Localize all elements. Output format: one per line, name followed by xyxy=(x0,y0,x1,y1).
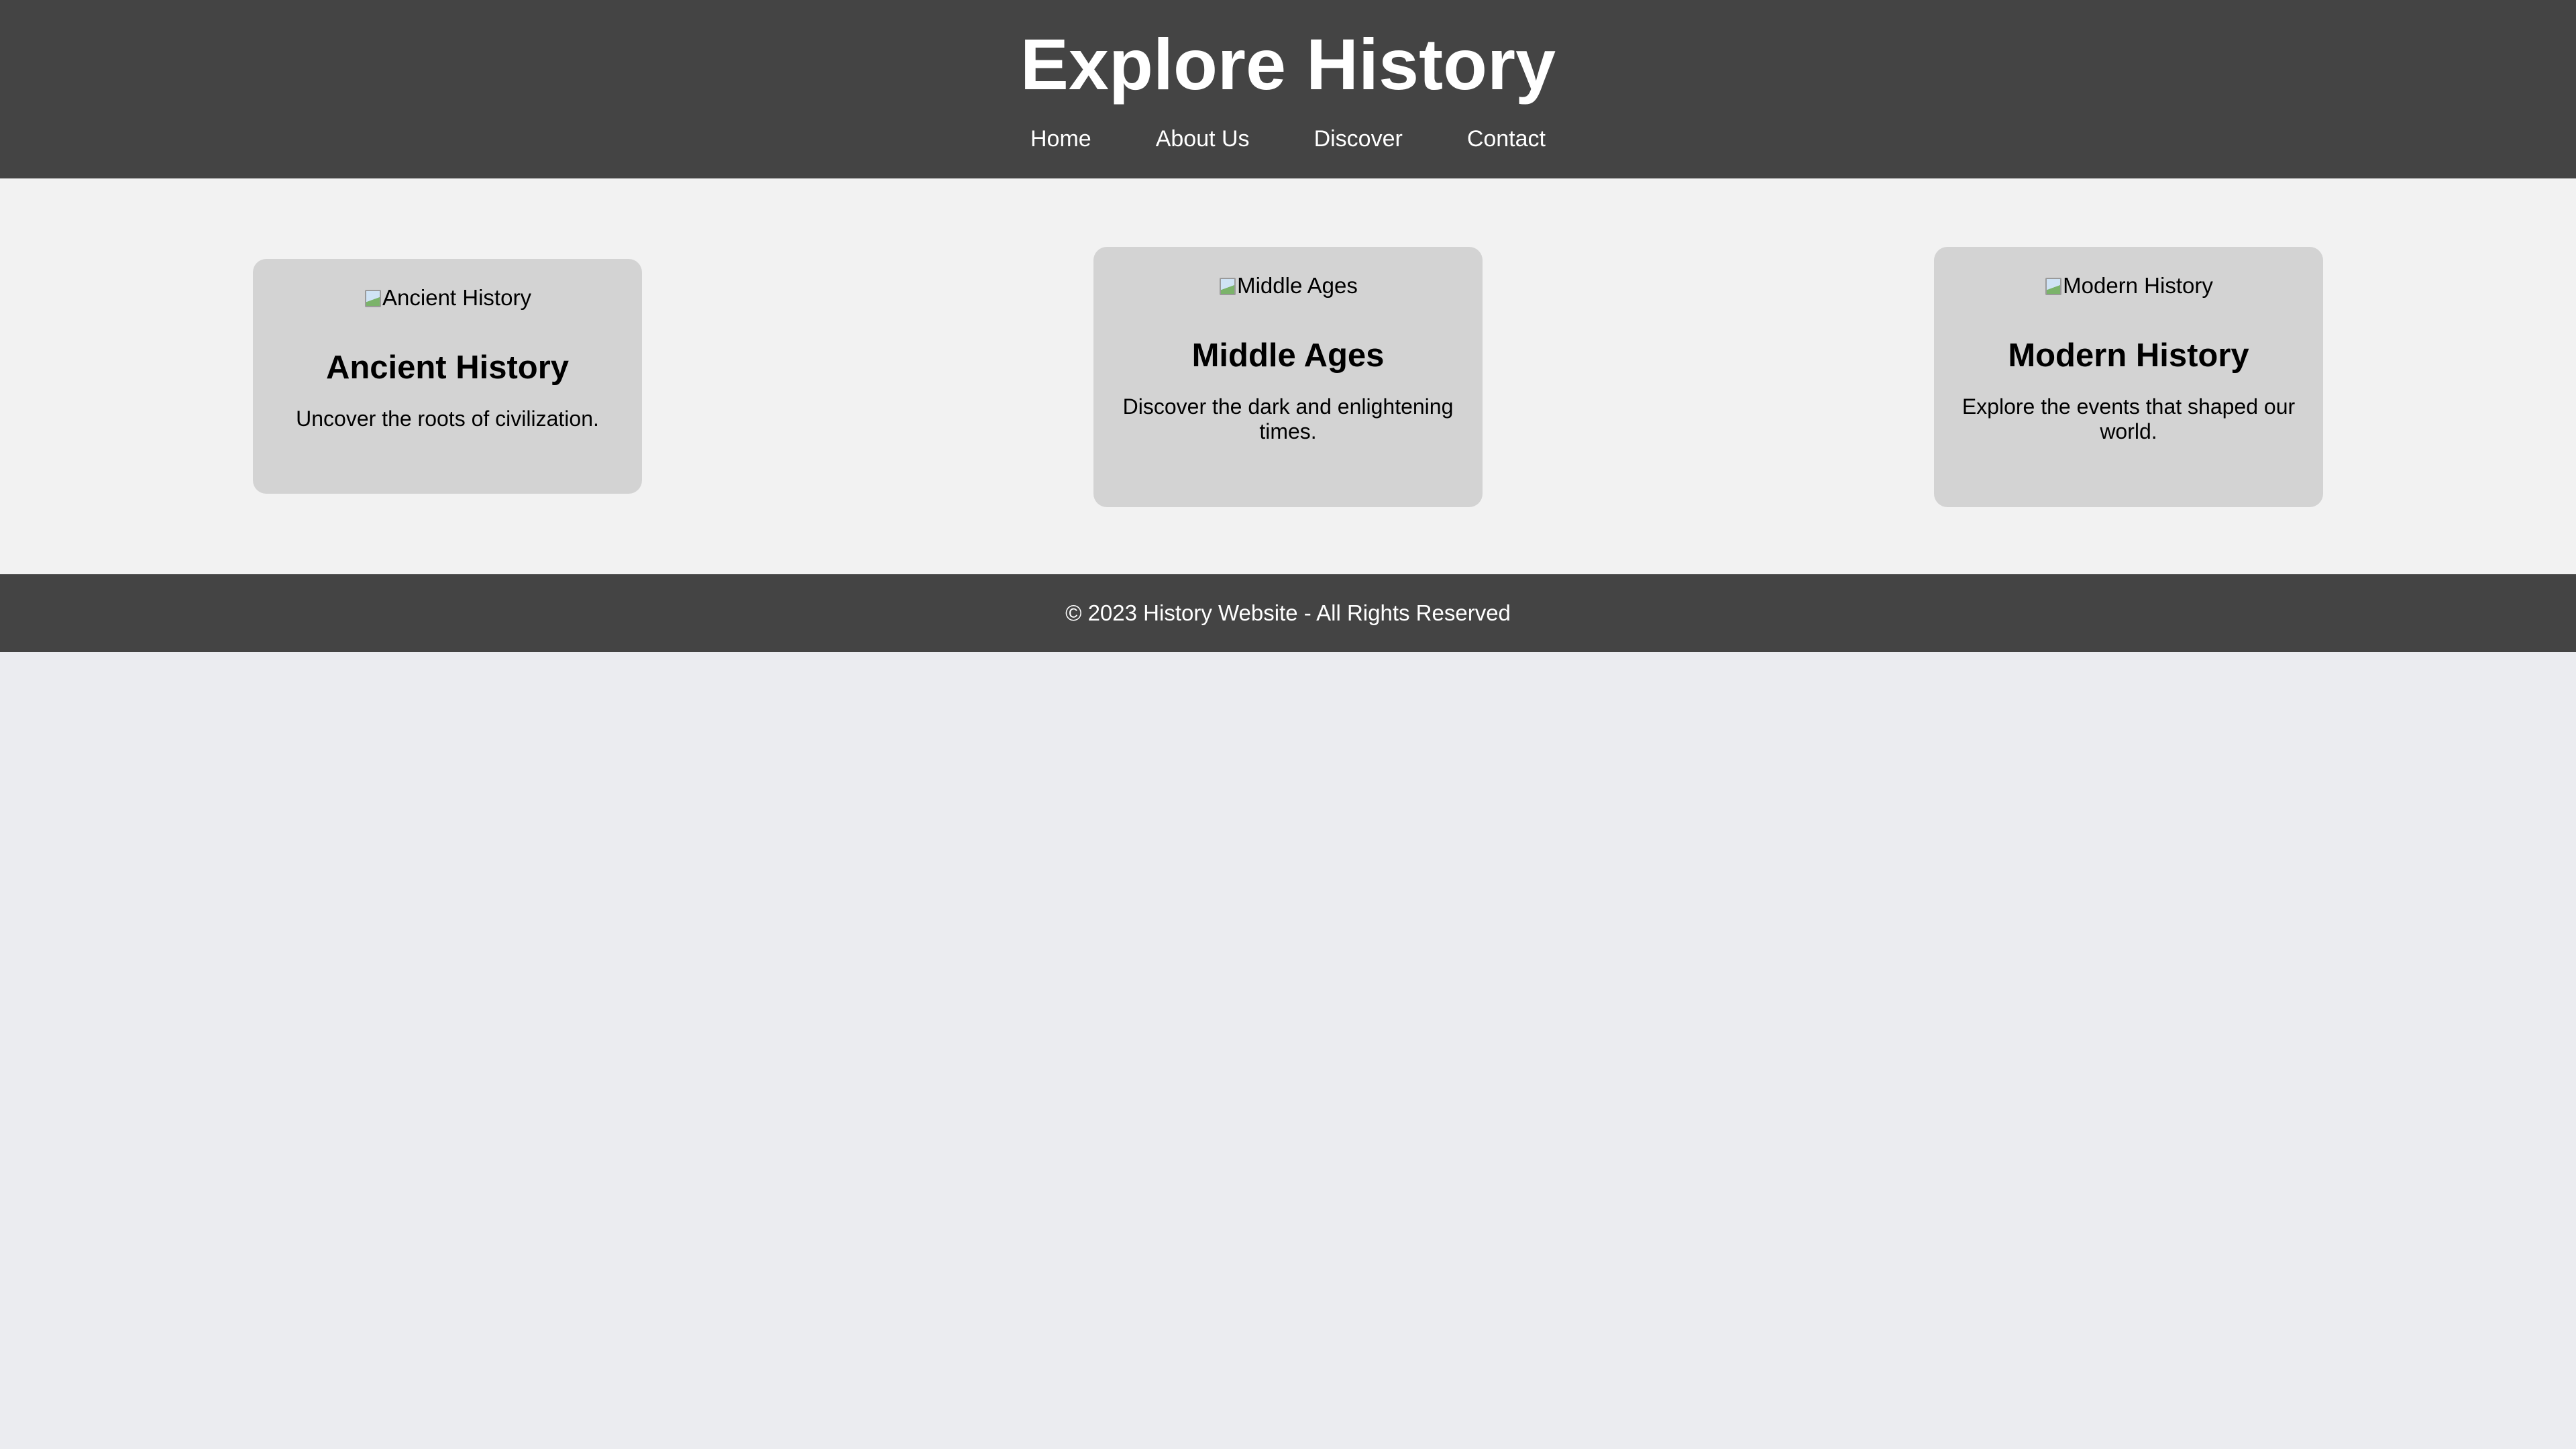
card-middle-ages[interactable]: Middle Ages Middle Ages Discover the dar… xyxy=(1093,247,1483,507)
broken-image-icon xyxy=(1218,276,1236,296)
card-modern-history[interactable]: Modern History Modern History Explore th… xyxy=(1934,247,2323,507)
card-description: Uncover the roots of civilization. xyxy=(296,407,599,431)
main-nav: Home About Us Discover Contact xyxy=(0,122,2576,156)
nav-link-home[interactable]: Home xyxy=(1030,122,1091,156)
card-title: Modern History xyxy=(2008,337,2249,374)
card-ancient-history[interactable]: Ancient History Ancient History Uncover … xyxy=(253,259,642,494)
card-image-alt: Modern History xyxy=(2063,273,2213,298)
site-footer: © 2023 History Website - All Rights Rese… xyxy=(0,574,2576,652)
nav-link-contact[interactable]: Contact xyxy=(1467,122,1546,156)
nav-link-discover[interactable]: Discover xyxy=(1314,122,1403,156)
card-image: Middle Ages xyxy=(1218,272,1358,299)
broken-image-icon xyxy=(2044,276,2062,296)
card-description: Discover the dark and enlightening times… xyxy=(1122,394,1454,443)
card-title: Middle Ages xyxy=(1191,337,1385,374)
history-cards-section: Ancient History Ancient History Uncover … xyxy=(0,178,2576,574)
broken-image-icon xyxy=(364,288,382,308)
card-image: Ancient History xyxy=(364,284,531,311)
card-title: Ancient History xyxy=(325,350,570,386)
site-header: Explore History Home About Us Discover C… xyxy=(0,0,2576,178)
card-image-alt: Middle Ages xyxy=(1237,273,1358,298)
footer-copyright: © 2023 History Website - All Rights Rese… xyxy=(1065,600,1511,625)
nav-link-about-us[interactable]: About Us xyxy=(1156,122,1250,156)
card-image: Modern History xyxy=(2044,272,2213,299)
card-image-alt: Ancient History xyxy=(382,285,531,310)
card-description: Explore the events that shaped our world… xyxy=(1962,394,2296,443)
site-title: Explore History xyxy=(1020,23,1556,105)
